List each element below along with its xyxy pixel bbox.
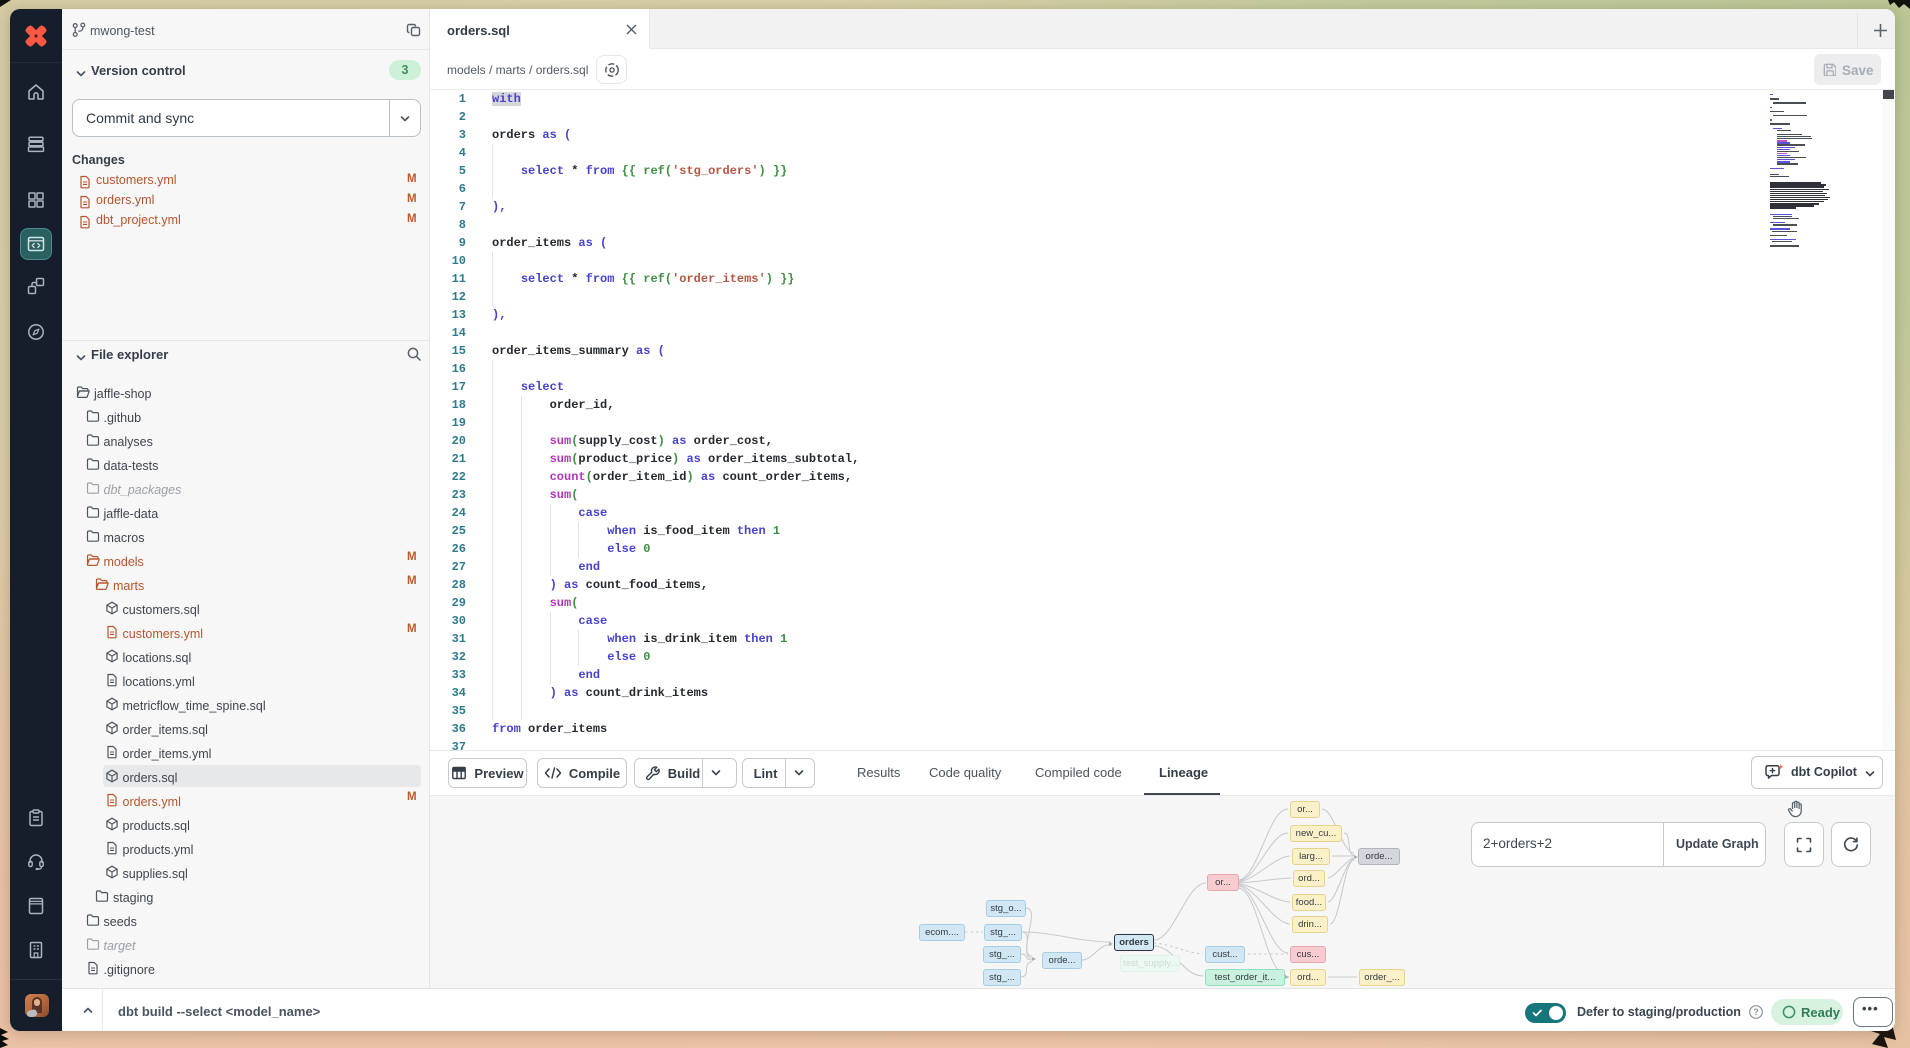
svg-text:?: ? <box>1753 1007 1759 1017</box>
